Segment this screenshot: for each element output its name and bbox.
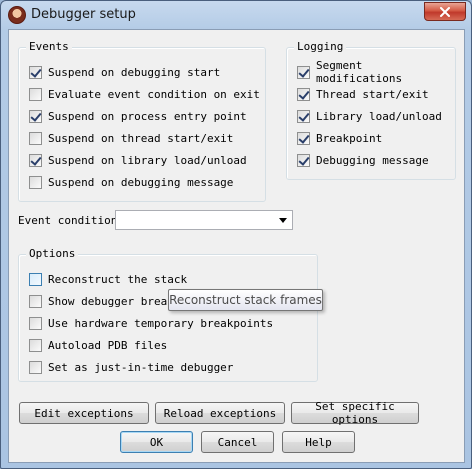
event-evaluate-condition-on-exit[interactable]: Evaluate event condition on exit	[29, 86, 260, 102]
option-autoload-pdb[interactable]: Autoload PDB files	[29, 337, 167, 353]
event-suspend-debugging-message[interactable]: Suspend on debugging message	[29, 174, 233, 190]
log-segment-modifications[interactable]: Segment modifications	[297, 59, 455, 85]
event-suspend-process-entry[interactable]: Suspend on process entry point	[29, 108, 247, 124]
checkbox-label: Segment modifications	[316, 59, 403, 85]
logging-group-title: Logging	[294, 40, 347, 53]
checkbox[interactable]	[29, 65, 42, 79]
option-use-hardware-breakpoints[interactable]: Use hardware temporary breakpoints	[29, 315, 273, 331]
window-title: Debugger setup	[31, 7, 136, 22]
checkbox-label: Suspend on process entry point	[48, 109, 247, 123]
checkbox[interactable]	[29, 294, 42, 308]
checkbox-label: Suspend on debugging message	[48, 175, 234, 189]
events-group: Events Suspend on debugging start Evalua…	[18, 40, 266, 202]
event-suspend-debugging-start[interactable]: Suspend on debugging start	[29, 64, 220, 80]
event-suspend-library-load-unload[interactable]: Suspend on library load/unload	[29, 152, 247, 168]
log-thread-start-exit[interactable]: Thread start/exit	[297, 86, 429, 102]
checkbox-label: Suspend on library load/unload	[48, 153, 247, 167]
checkbox-label: Show debugger breakp	[48, 294, 181, 308]
event-suspend-thread-start-exit[interactable]: Suspend on thread start/exit	[29, 130, 233, 146]
checkbox-label: Thread start/exit	[316, 87, 429, 101]
cancel-button[interactable]: Cancel	[201, 431, 274, 453]
checkbox-label: Breakpoint	[316, 131, 383, 145]
dialog-client-area: Events Suspend on debugging start Evalua…	[8, 29, 465, 463]
checkbox[interactable]	[29, 87, 42, 101]
checkbox-label: Library load/unload	[316, 109, 442, 123]
checkbox-label: Evaluate event condition on exit	[48, 87, 260, 101]
chevron-down-icon[interactable]	[279, 218, 287, 223]
checkbox[interactable]	[29, 153, 42, 167]
option-show-debugger-breakpoint[interactable]: Show debugger breakp	[29, 293, 180, 309]
checkbox[interactable]	[29, 360, 42, 374]
close-icon	[440, 6, 450, 17]
option-reconstruct-stack[interactable]: Reconstruct the stack	[29, 271, 187, 287]
events-group-title: Events	[26, 40, 72, 53]
checkbox-label: Reconstruct the stack	[48, 272, 188, 286]
logging-group: Logging Segment modifications Thread sta…	[286, 40, 456, 180]
event-condition-label: Event condition	[18, 214, 118, 227]
options-group: Options Reconstruct the stack Show debug…	[18, 247, 318, 382]
checkbox-label: Set as just-in-time debugger	[48, 360, 234, 374]
checkbox[interactable]	[297, 87, 310, 101]
ok-button[interactable]: OK	[120, 431, 193, 453]
checkbox[interactable]	[29, 272, 42, 286]
checkbox[interactable]	[297, 131, 310, 145]
checkbox-label: Autoload PDB files	[48, 338, 168, 352]
checkbox-label: Debugging message	[316, 153, 429, 167]
debugger-app-icon	[8, 6, 26, 24]
checkbox[interactable]	[29, 338, 42, 352]
checkbox[interactable]	[297, 65, 310, 79]
close-button[interactable]	[424, 2, 466, 21]
options-group-title: Options	[26, 247, 79, 260]
event-condition-select[interactable]	[115, 210, 293, 230]
set-specific-options-button[interactable]: Set specific options	[291, 400, 419, 426]
help-button[interactable]: Help	[282, 431, 355, 453]
reload-exceptions-button[interactable]: Reload exceptions	[155, 402, 285, 424]
checkbox-label: Use hardware temporary breakpoints	[48, 316, 274, 330]
option-jit-debugger[interactable]: Set as just-in-time debugger	[29, 359, 233, 375]
checkbox[interactable]	[297, 153, 310, 167]
checkbox-label: Suspend on thread start/exit	[48, 131, 234, 145]
checkbox[interactable]	[297, 109, 310, 123]
log-breakpoint[interactable]: Breakpoint	[297, 130, 382, 146]
checkbox-label: Suspend on debugging start	[48, 65, 221, 79]
debugger-setup-window: Debugger setup Events Suspend on debuggi…	[0, 0, 472, 469]
checkbox[interactable]	[29, 109, 42, 123]
log-debugging-message[interactable]: Debugging message	[297, 152, 429, 168]
log-library-load-unload[interactable]: Library load/unload	[297, 108, 442, 124]
tooltip: Reconstruct stack frames	[168, 289, 323, 311]
checkbox[interactable]	[29, 131, 42, 145]
edit-exceptions-button[interactable]: Edit exceptions	[19, 402, 149, 424]
checkbox[interactable]	[29, 316, 42, 330]
checkbox[interactable]	[29, 175, 42, 189]
title-bar[interactable]: Debugger setup	[1, 1, 471, 29]
